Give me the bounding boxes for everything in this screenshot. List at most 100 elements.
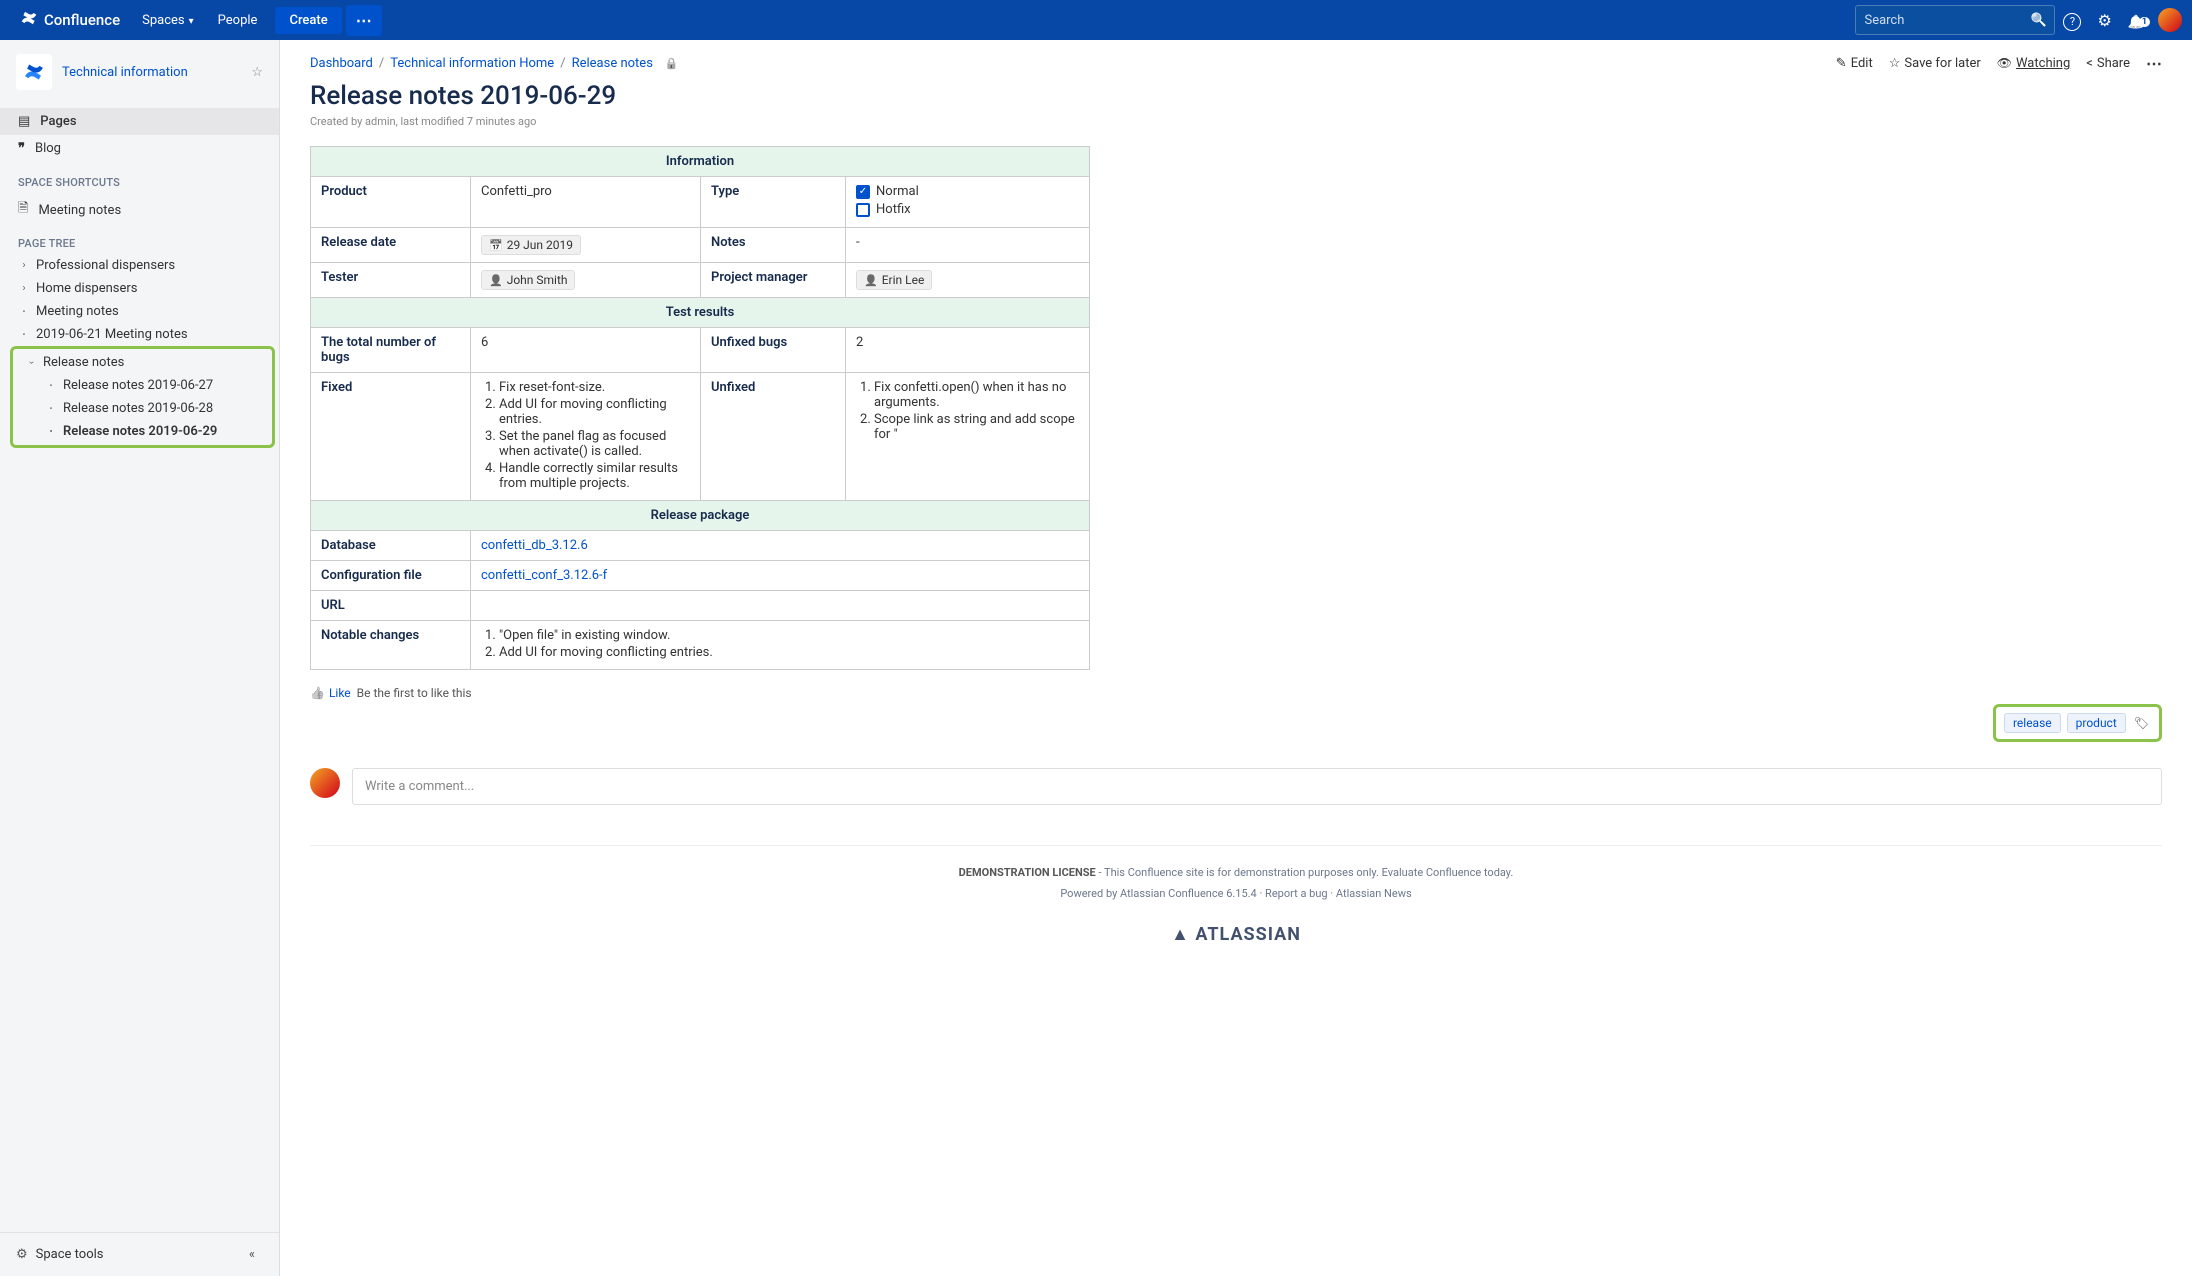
product-value: Confetti_pro bbox=[471, 177, 701, 228]
label-product[interactable]: product bbox=[2067, 713, 2126, 733]
star-icon[interactable] bbox=[251, 65, 263, 80]
changes-list: "Open file" in existing window. Add UI f… bbox=[471, 621, 1090, 670]
help-icon bbox=[2063, 10, 2081, 29]
search-input-wrapper[interactable] bbox=[1855, 5, 2055, 35]
total-bugs-value: 6 bbox=[471, 328, 701, 373]
tree-release-notes[interactable]: › Release notes bbox=[13, 351, 272, 374]
like-button[interactable]: Like bbox=[310, 686, 351, 700]
page-actions: Edit Save for later Watching <Share bbox=[1836, 54, 2162, 73]
tree-item-label: Home dispensers bbox=[36, 281, 138, 296]
db-link[interactable]: confetti_db_3.12.6 bbox=[481, 538, 588, 553]
fixed-item: Add UI for moving conflicting entries. bbox=[499, 397, 690, 427]
fixed-item: Fix reset-font-size. bbox=[499, 380, 690, 395]
crumb-release[interactable]: Release notes bbox=[572, 56, 653, 71]
type-value: ✓Normal Hotfix bbox=[846, 177, 1090, 228]
footer-links[interactable]: Powered by Atlassian Confluence 6.15.4 ·… bbox=[310, 887, 2162, 900]
watching-button[interactable]: Watching bbox=[1997, 56, 2071, 71]
unfixed-list: Fix confetti.open() when it has no argum… bbox=[846, 373, 1090, 501]
changes-label: Notable changes bbox=[311, 621, 471, 670]
save-later-button[interactable]: Save for later bbox=[1889, 56, 1981, 71]
space-header: Technical information bbox=[0, 40, 279, 104]
tree-dated-meeting[interactable]: •2019-06-21 Meeting notes bbox=[6, 323, 279, 346]
share-icon: < bbox=[2086, 56, 2093, 71]
sidebar-pages-label: Pages bbox=[40, 114, 76, 129]
calendar-icon bbox=[489, 238, 503, 252]
watching-label: Watching bbox=[2016, 56, 2070, 71]
main-content: Dashboard / Technical information Home /… bbox=[280, 40, 2192, 1276]
dots-icon bbox=[356, 15, 372, 30]
sidebar-blog-label: Blog bbox=[35, 141, 61, 156]
top-header: Confluence Spaces People Create 1 bbox=[0, 0, 2192, 40]
fixed-item: Handle correctly similar results from mu… bbox=[499, 461, 690, 491]
create-button[interactable]: Create bbox=[275, 7, 341, 34]
tree-heading: PAGE TREE bbox=[0, 227, 279, 254]
tree-pro-dispensers[interactable]: ›Professional dispensers bbox=[6, 254, 279, 277]
search-icon bbox=[2030, 13, 2046, 28]
change-item: Add UI for moving conflicting entries. bbox=[499, 645, 1079, 660]
crumb-dashboard[interactable]: Dashboard bbox=[310, 56, 373, 71]
footer-demo-text: - This Confluence site is for demonstrat… bbox=[1096, 866, 1514, 879]
nav-spaces[interactable]: Spaces bbox=[130, 0, 206, 40]
search-input[interactable] bbox=[1864, 13, 2030, 28]
bullet-icon: • bbox=[18, 307, 30, 316]
more-actions-button[interactable] bbox=[2146, 54, 2162, 73]
sidebar-blog[interactable]: Blog bbox=[0, 135, 279, 162]
nav-people[interactable]: People bbox=[206, 0, 270, 40]
thumb-icon bbox=[310, 686, 325, 700]
url-label: URL bbox=[311, 591, 471, 621]
save-label: Save for later bbox=[1904, 56, 1980, 71]
release-date-label: Release date bbox=[311, 228, 471, 263]
brand-text: Confluence bbox=[44, 11, 120, 29]
add-label-button[interactable] bbox=[2132, 715, 2151, 731]
chevron-down-icon bbox=[189, 13, 194, 28]
tree-rn-0627[interactable]: •Release notes 2019-06-27 bbox=[33, 374, 272, 397]
shortcut-meeting-notes[interactable]: Meeting notes bbox=[0, 193, 279, 227]
help-button[interactable] bbox=[2055, 10, 2089, 31]
shortcut-meeting-notes-label: Meeting notes bbox=[38, 203, 121, 218]
shortcuts-heading: SPACE SHORTCUTS bbox=[0, 166, 279, 193]
tree-item-label: Release notes bbox=[43, 355, 124, 370]
label-release[interactable]: release bbox=[2004, 713, 2061, 733]
conf-label: Configuration file bbox=[311, 561, 471, 591]
confluence-logo[interactable]: Confluence bbox=[10, 9, 130, 32]
create-more-button[interactable] bbox=[346, 5, 382, 36]
checkbox-empty-icon[interactable] bbox=[856, 203, 870, 217]
notifications-button[interactable]: 1 bbox=[2120, 11, 2152, 30]
user-icon bbox=[864, 273, 878, 287]
tree-meeting-notes[interactable]: • Meeting notes bbox=[6, 300, 279, 323]
bullet-icon: • bbox=[18, 330, 30, 339]
share-button[interactable]: <Share bbox=[2086, 56, 2130, 71]
tree-home-dispensers[interactable]: ›Home dispensers bbox=[6, 277, 279, 300]
chevron-down-icon: › bbox=[26, 357, 37, 369]
notification-badge: 1 bbox=[2139, 17, 2150, 27]
page-footer: DEMONSTRATION LICENSE - This Confluence … bbox=[310, 845, 2162, 945]
bullet-icon: • bbox=[45, 404, 57, 413]
comment-input[interactable]: Write a comment... bbox=[352, 768, 2162, 805]
like-label: Like bbox=[329, 686, 351, 700]
sidebar-pages[interactable]: Pages bbox=[0, 108, 279, 135]
fixed-label: Fixed bbox=[311, 373, 471, 501]
notes-label: Notes bbox=[701, 228, 846, 263]
crumb-home[interactable]: Technical information Home bbox=[390, 56, 554, 71]
collapse-sidebar-button[interactable]: « bbox=[241, 1243, 263, 1266]
space-tools-link[interactable]: Space tools bbox=[36, 1247, 104, 1262]
tree-item-label: Meeting notes bbox=[36, 304, 119, 319]
settings-button[interactable] bbox=[2089, 11, 2119, 30]
tester-label: Tester bbox=[311, 263, 471, 298]
space-logo[interactable] bbox=[16, 54, 52, 90]
space-name-link[interactable]: Technical information bbox=[62, 65, 241, 80]
checkbox-checked-icon[interactable]: ✓ bbox=[856, 185, 870, 199]
pm-label: Project manager bbox=[701, 263, 846, 298]
blog-icon bbox=[18, 141, 25, 156]
conf-link[interactable]: confetti_conf_3.12.6-f bbox=[481, 568, 607, 583]
user-avatar[interactable] bbox=[2158, 8, 2182, 32]
edit-button[interactable]: Edit bbox=[1836, 56, 1873, 71]
lock-icon[interactable] bbox=[665, 56, 679, 71]
tree-rn-0629[interactable]: •Release notes 2019-06-29 bbox=[33, 420, 272, 443]
tree-rn-0628[interactable]: •Release notes 2019-06-28 bbox=[33, 397, 272, 420]
pm-name: Erin Lee bbox=[882, 273, 925, 287]
type-hotfix-label: Hotfix bbox=[876, 202, 911, 217]
unfixed-bugs-label: Unfixed bugs bbox=[701, 328, 846, 373]
crumb-separator: / bbox=[379, 56, 384, 71]
unfixed-bugs-value: 2 bbox=[846, 328, 1090, 373]
